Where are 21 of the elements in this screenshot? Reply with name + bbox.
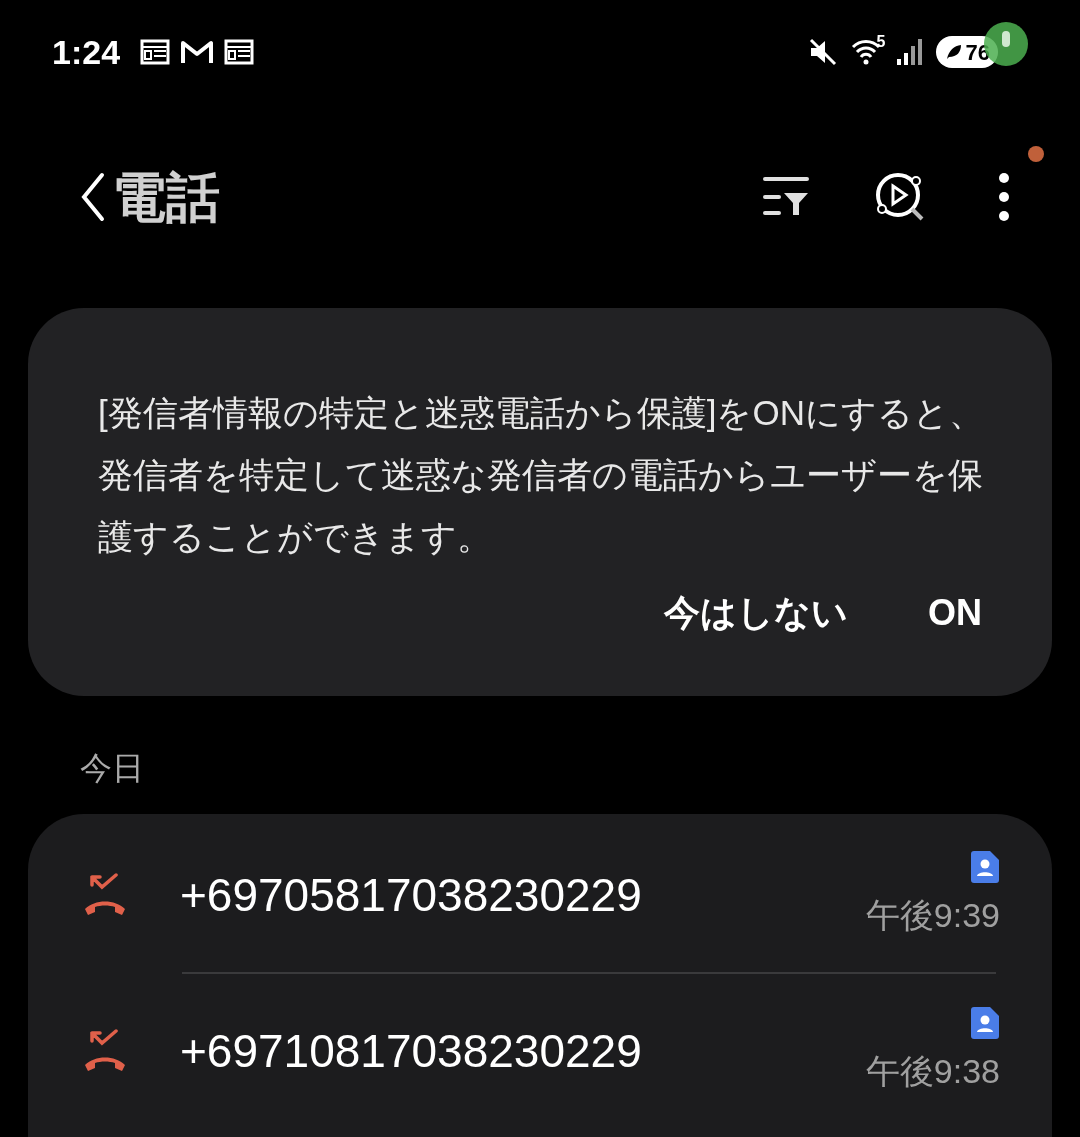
section-header: 今日: [80, 749, 144, 788]
signal-icon: [895, 37, 924, 67]
call-log-row[interactable]: +69710817038230229 午後9:38: [28, 974, 1052, 1128]
calendar-icon: [140, 39, 171, 65]
back-icon[interactable]: [80, 171, 106, 223]
more-options-icon[interactable]: [998, 172, 1010, 222]
network-label: 5: [876, 32, 886, 52]
phone-number: +69705817038230229: [180, 867, 642, 923]
banner-message: [発信者情報の特定と迷惑電話から保護]をONにすると、発信者を特定して迷惑な発信者の電話からユーザーを保護することができます。: [98, 392, 985, 558]
call-time: 午後9:39: [865, 894, 1000, 936]
banner-button[interactable]: ON: [928, 586, 982, 640]
banner-button[interactable]: 今はしない: [664, 586, 848, 640]
missed-call-icon: [82, 873, 128, 917]
app-title: 電話: [112, 165, 220, 229]
calendar-icon: [224, 39, 255, 65]
mail-icon: [180, 39, 215, 65]
missed-call-icon: [82, 1029, 128, 1073]
status-time: 1:24: [52, 31, 121, 73]
call-time: 午後9:38: [865, 1050, 1000, 1092]
call-log-row[interactable]: +69705817038230229 午後9:39: [28, 818, 1052, 972]
phone-number: +69710817038230229: [180, 1023, 642, 1079]
